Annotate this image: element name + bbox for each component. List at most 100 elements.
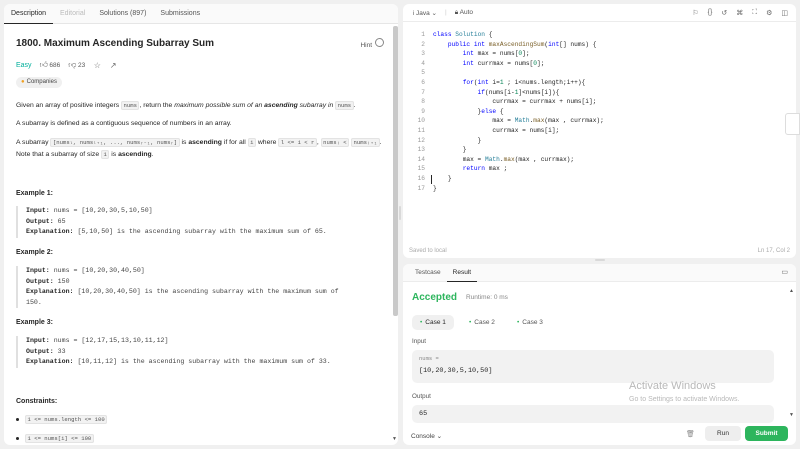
line-number: 8 <box>421 98 425 106</box>
code-line[interactable]: 17} <box>403 184 796 194</box>
trash-icon[interactable]: 🗑︎ <box>686 430 695 438</box>
case-tab-1[interactable]: • Case 1 <box>412 315 454 330</box>
code-text: int max = nums[0]; <box>462 50 530 58</box>
dislike-button[interactable]: 👎︎ 23 <box>68 60 85 71</box>
save-status: Saved to local <box>409 248 447 254</box>
code-line[interactable]: 6 for(int i=1 ; i<nums.length;i++){ <box>403 78 796 88</box>
hint-button[interactable]: Hint <box>360 40 372 51</box>
code-line[interactable]: 10 max = Math.max(max , currmax); <box>403 116 796 126</box>
line-number: 13 <box>417 146 425 154</box>
scroll-down-arrow-icon[interactable]: ▼ <box>789 412 794 418</box>
code-text: currmax = nums[i]; <box>433 126 560 134</box>
inline-code: nums <box>335 101 354 110</box>
code-line[interactable]: 1 class Solution { <box>403 30 796 40</box>
code-line[interactable]: 9 }else { <box>403 107 796 117</box>
code-text: max = Math.max(max , currmax); <box>433 155 575 163</box>
problem-title[interactable]: 1800. Maximum Ascending Subarray Sum <box>16 38 214 49</box>
share-icon[interactable]: ↗ <box>109 61 117 70</box>
shortcut-icon[interactable]: ⌘ <box>736 9 743 17</box>
code-line[interactable]: 11 currmax = nums[i]; <box>403 126 796 136</box>
code-line[interactable]: 7 if(nums[i-1]<nums[i]){ <box>403 88 796 98</box>
case-label: Case 1 <box>425 319 446 326</box>
console-toggle[interactable]: Console ⌄ <box>411 432 442 440</box>
more-icon[interactable]: ◫ <box>781 9 788 17</box>
line-number: 5 <box>421 69 425 77</box>
value: nums = [10,20,30,5,10,50] <box>53 207 153 214</box>
problem-statement-2: A subarray is defined as a contiguous se… <box>16 120 232 127</box>
line-number: 9 <box>421 107 425 115</box>
cursor-position: Ln 17, Col 2 <box>757 248 790 254</box>
code-line[interactable]: 5 <box>403 68 796 78</box>
tab-testcase[interactable]: Testcase <box>409 264 447 282</box>
line-number: 14 <box>417 155 425 163</box>
submit-button[interactable]: Submit <box>745 426 788 441</box>
autosave-mode[interactable]: 🔒︎ Auto <box>455 9 473 17</box>
code-area[interactable]: 1 class Solution {2 public int maxAscendi… <box>403 30 796 193</box>
passed-dot-icon: • <box>469 319 472 326</box>
info-icon[interactable] <box>375 38 384 47</box>
expand-panel-icon[interactable]: ▭ <box>781 268 788 276</box>
inline-code: i <box>247 138 256 147</box>
splitter-grip[interactable] <box>595 259 605 261</box>
like-button[interactable]: 👍︎ 686 <box>40 60 61 71</box>
output-box: 65 <box>412 405 774 423</box>
companies-label: Companies <box>26 79 57 85</box>
tab-editorial[interactable]: Editorial <box>53 4 92 24</box>
mode-label: Auto <box>459 8 473 16</box>
code-line[interactable]: 16 } <box>403 174 796 184</box>
reset-icon[interactable]: ↺ <box>721 9 727 17</box>
line-number: 16 <box>417 174 425 182</box>
thumbs-down-icon: 👎︎ <box>68 60 77 69</box>
value: nums = [10,20,30,40,50] <box>53 267 145 274</box>
code-text: if(nums[i-1]<nums[i]){ <box>477 88 560 96</box>
text: , return the <box>139 102 175 109</box>
tab-submissions[interactable]: Submissions <box>153 4 207 24</box>
text: Given an array of positive integers <box>16 102 122 109</box>
description-panel: Description Editorial Solutions (897) Su… <box>4 4 398 445</box>
value: nums = [12,17,15,13,10,11,12] <box>53 337 169 344</box>
code-line[interactable]: 2 public int maxAscendingSum(int[] nums)… <box>403 40 796 50</box>
line-number: 6 <box>421 78 425 86</box>
inline-code: numsᵢ < <box>320 138 350 147</box>
text: is <box>109 151 119 158</box>
code-line[interactable]: 4 int currmax = nums[0]; <box>403 59 796 69</box>
label: Input: <box>26 207 50 214</box>
run-button[interactable]: Run <box>705 426 741 441</box>
example-2-block: Input: nums = [10,20,30,40,50] Output: 1… <box>16 266 378 308</box>
code-text: } <box>433 184 437 192</box>
tab-description[interactable]: Description <box>4 4 54 24</box>
language-selector[interactable]: i Java ⌄ <box>413 9 437 17</box>
tab-solutions[interactable]: Solutions (897) <box>92 4 153 24</box>
bookmark-icon[interactable]: ⚐ <box>692 9 698 17</box>
code-line[interactable]: 14 max = Math.max(max , currmax); <box>403 155 796 165</box>
text: where <box>256 139 279 146</box>
expand-icon[interactable]: ⛶ <box>752 9 757 17</box>
code-line[interactable]: 8 currmax = currmax + nums[i]; <box>403 97 796 107</box>
label: Explanation: <box>26 288 74 295</box>
code-line[interactable]: 12 } <box>403 136 796 146</box>
variable-name: nums = <box>419 355 439 362</box>
companies-tag[interactable]: ● Companies <box>16 77 62 88</box>
braces-icon[interactable]: {} <box>708 9 713 17</box>
text: A subarray <box>16 139 51 146</box>
result-panel: Testcase Result ▭ Accepted Runtime: 0 ms… <box>403 264 796 445</box>
text: ascending <box>188 139 222 146</box>
star-icon[interactable]: ☆ <box>93 61 101 70</box>
tab-result[interactable]: Result <box>446 264 478 282</box>
code-line[interactable]: 13 } <box>403 145 796 155</box>
settings-icon[interactable]: ⚙ <box>766 9 772 17</box>
case-tab-3[interactable]: • Case 3 <box>509 315 551 330</box>
scroll-down-arrow-icon[interactable]: ▼ <box>392 436 397 442</box>
scroll-up-arrow-icon[interactable]: ▲ <box>789 288 794 294</box>
value: [10,20,30,40,50] is the ascending subarr… <box>77 288 339 295</box>
problem-description: 1800. Maximum Ascending Subarray Sum Hin… <box>16 24 384 445</box>
value: [5,10,50] is the ascending subarray with… <box>77 228 327 235</box>
notes-icon[interactable] <box>785 113 800 135</box>
value: [10,11,12] is the ascending subarray wit… <box>77 358 331 365</box>
language-label: Java <box>416 9 430 17</box>
code-line[interactable]: 15 return max ; <box>403 164 796 174</box>
code-line[interactable]: 3 int max = nums[0]; <box>403 49 796 59</box>
input-value: [10,20,30,5,10,50] <box>419 367 493 375</box>
splitter-grip[interactable] <box>399 206 401 220</box>
case-tab-2[interactable]: • Case 2 <box>461 315 503 330</box>
